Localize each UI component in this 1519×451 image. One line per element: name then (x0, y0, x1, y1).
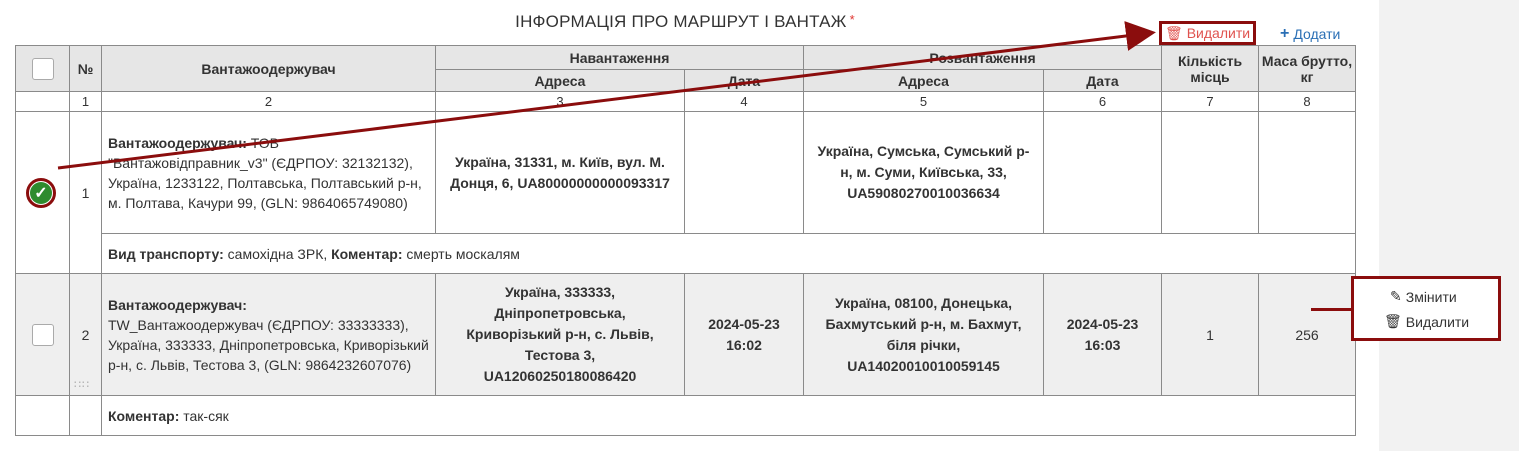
pencil-icon: ✎ (1390, 288, 1402, 304)
load-address: Україна, 31331, м. Київ, вул. М. Донця, … (435, 111, 685, 234)
row-info-blank (69, 395, 102, 436)
plus-icon: + (1280, 25, 1290, 42)
row-info: Вид транспорту: самохідна ЗРК, Коментар:… (16, 233, 1357, 274)
transport-label: Вид транспорту: (108, 245, 224, 262)
header-gross-weight: Маса брутто, кг (1258, 45, 1357, 92)
row-select-cell (15, 273, 70, 396)
header-consignee: Вантажоодержувач (101, 45, 436, 92)
row-checkbox-checked[interactable]: ✓ (26, 177, 56, 208)
consignee-label: Вантажоодержувач: (108, 296, 247, 313)
comment-text: смерть москалям (402, 245, 520, 262)
consignee-label: Вантажоодержувач: (108, 134, 247, 151)
right-side-panel (1379, 0, 1519, 451)
trash-icon: 🗑 (1384, 313, 1402, 329)
column-number: 7 (1161, 91, 1260, 112)
places (1161, 111, 1260, 234)
transport-text: самохідна ЗРК, (223, 245, 332, 262)
drag-handle-icon[interactable]: ∷∷ (74, 378, 90, 391)
header-unload-date: Дата (1042, 69, 1163, 92)
edit-row-button[interactable]: ✎ Змінити (1390, 288, 1457, 305)
consignee-cell: Вантажоодержувач: ТОВ "Вантажовідправник… (101, 111, 436, 234)
comment-text: так-сяк (179, 407, 229, 424)
delete-selected-button[interactable]: 🗑 Видалити (1159, 21, 1256, 45)
row-select-cell: ✓ (15, 111, 70, 274)
load-date (684, 111, 804, 234)
table-row[interactable]: ✓ 1 Вантажоодержувач: ТОВ "Вантажовідпра… (15, 111, 1357, 274)
required-mark: * (849, 12, 855, 27)
header-unloading: Розвантаження (802, 45, 1163, 70)
comment-label: Коментар: (108, 407, 180, 424)
column-number: 8 (1258, 91, 1357, 112)
header-load-date: Дата (684, 69, 804, 92)
column-number: 6 (1042, 91, 1163, 112)
places: 1 (1161, 273, 1260, 396)
row-info-cell: Вид транспорту: самохідна ЗРК, Коментар:… (100, 233, 1357, 274)
column-number: 2 (101, 91, 436, 112)
trash-icon: 🗑 (1164, 24, 1183, 41)
column-number: 1 (69, 91, 102, 112)
load-date: 2024-05-23 16:02 (684, 273, 804, 396)
row-number: 1 (69, 111, 102, 274)
column-number: 5 (803, 91, 1044, 112)
header-places: Кількість місць (1161, 45, 1260, 92)
column-number: 4 (684, 91, 804, 112)
consignee-text: TW_Вантажоодержувач (ЄДРПОУ: 33333333), … (108, 316, 429, 373)
row-info-blank (15, 395, 70, 436)
unload-date: 2024-05-23 16:03 (1042, 273, 1163, 396)
header-unload-address: Адреса (803, 69, 1044, 92)
column-number-blank (15, 91, 70, 112)
header-load-address: Адреса (435, 69, 685, 92)
row-actions-menu: ✎ Змінити 🗑 Видалити (1351, 276, 1501, 341)
edit-row-label: Змінити (1405, 288, 1457, 305)
unload-address: Україна, Сумська, Сумський р-н, м. Суми,… (803, 111, 1044, 234)
section-title-text: ІНФОРМАЦІЯ ПРО МАРШРУТ І ВАНТАЖ (515, 12, 847, 31)
row-info-cell: Коментар: так-сяк (100, 395, 1357, 436)
row-info: Коментар: так-сяк (15, 395, 1357, 436)
table-row[interactable]: 2 Вантажоодержувач: TW_Вантажоодержувач (… (15, 273, 1357, 396)
unload-address: Україна, 08100, Донецька, Бахмутський р-… (803, 273, 1044, 396)
delete-row-label: Видалити (1405, 313, 1470, 330)
gross-weight: 256 (1258, 273, 1357, 396)
select-all-cell (15, 45, 70, 92)
checkmark-icon: ✓ (30, 181, 52, 204)
consignee-cell: Вантажоодержувач: TW_Вантажоодержувач (ЄД… (101, 273, 436, 396)
row-checkbox[interactable] (31, 323, 54, 346)
column-number-row: 1 2 3 4 5 6 7 8 (15, 91, 1357, 112)
connector-line (1311, 308, 1351, 311)
column-number: 3 (435, 91, 685, 112)
header-number: № (69, 45, 102, 92)
unload-date (1042, 111, 1163, 234)
load-address: Україна, 333333, Дніпропетровська, Криво… (435, 273, 685, 396)
select-all-checkbox[interactable] (31, 57, 54, 80)
header-loading: Навантаження (435, 45, 804, 70)
route-cargo-table: № Вантажоодержувач Навантаження Розванта… (15, 45, 1357, 436)
add-button[interactable]: + Додати (1280, 24, 1340, 44)
comment-label: Коментар: (331, 245, 403, 262)
delete-row-button[interactable]: 🗑 Видалити (1384, 313, 1469, 330)
add-label: Додати (1293, 26, 1341, 42)
delete-selected-label: Видалити (1186, 25, 1251, 41)
gross-weight (1258, 111, 1357, 234)
